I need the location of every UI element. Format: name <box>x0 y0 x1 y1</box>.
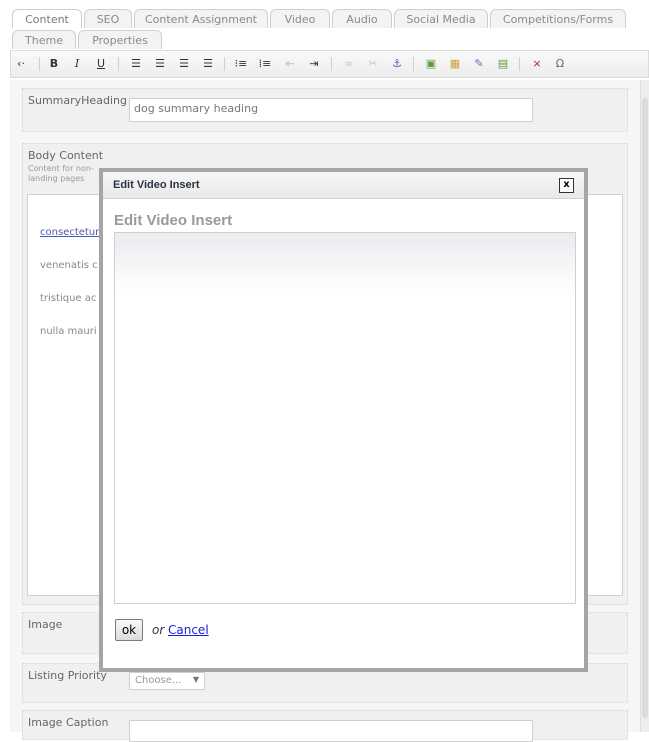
cancel-link[interactable]: Cancel <box>168 623 209 637</box>
tab-content[interactable]: Content <box>12 9 82 28</box>
tab-bar-secondary: Theme Properties <box>0 30 649 50</box>
dialog-heading: Edit Video Insert <box>114 212 233 229</box>
align-center-icon[interactable]: ☰ <box>152 56 168 72</box>
video-insert-frame[interactable] <box>114 232 576 604</box>
tab-social-media[interactable]: Social Media <box>394 9 488 28</box>
body-content-line: tristique ac <box>40 293 97 304</box>
underline-button[interactable]: U <box>93 56 109 72</box>
dialog-body: Edit Video Insert x Edit Video Insert ok… <box>103 172 584 668</box>
toolbar-separator <box>118 57 119 71</box>
image-label: Image <box>28 618 63 631</box>
summary-heading-input[interactable]: dog summary heading <box>129 98 533 122</box>
image-caption-input[interactable] <box>129 720 533 742</box>
body-content-link[interactable]: consectetur <box>40 227 99 238</box>
scrollbar-thumb[interactable] <box>642 98 648 718</box>
body-content-line: venenatis c <box>40 260 98 271</box>
close-icon[interactable]: x <box>559 178 574 193</box>
align-right-icon[interactable]: ☰ <box>176 56 192 72</box>
insert-image-icon[interactable]: ▣ <box>423 56 439 72</box>
tab-audio[interactable]: Audio <box>332 9 392 28</box>
image-caption-row: Image Caption <box>22 710 628 742</box>
body-content-text: consectetur venenatis c tristique ac nul… <box>40 205 99 359</box>
ok-button[interactable]: ok <box>115 619 143 641</box>
tab-competitions-forms[interactable]: Competitions/Forms <box>490 9 626 28</box>
summary-heading-row: SummaryHeading dog summary heading <box>22 88 628 132</box>
outdent-icon[interactable]: ⇤ <box>282 56 298 72</box>
unlink-icon[interactable]: ✂ <box>365 56 381 72</box>
toolbar-separator <box>224 57 225 71</box>
summary-heading-label: SummaryHeading <box>28 94 127 107</box>
body-content-hint: Content for non- <box>28 164 94 173</box>
listing-priority-select[interactable]: Choose... ▼ <box>129 672 205 690</box>
insert-media-icon[interactable]: ▤ <box>495 56 511 72</box>
special-char-button[interactable]: Ω <box>552 56 568 72</box>
chevron-down-icon: ▼ <box>192 675 199 684</box>
or-text: or <box>152 623 165 637</box>
dialog-title: Edit Video Insert <box>113 179 200 191</box>
listing-priority-selected: Choose... <box>135 675 182 686</box>
tab-properties[interactable]: Properties <box>78 30 162 49</box>
edit-video-dialog: Edit Video Insert x Edit Video Insert ok… <box>99 168 588 672</box>
body-content-hint: landing pages <box>28 174 85 183</box>
page-scrollbar[interactable] <box>640 80 649 732</box>
editor-toolbar: ‹· B I U ☰ ☰ ☰ ☰ ⁝≡ ⁞≡ ⇤ ⇥ ∞ ✂ ⚓ ▣ ▦ ✎ ▤… <box>10 50 649 78</box>
numbered-list-icon[interactable]: ⁞≡ <box>257 56 273 72</box>
toolbar-separator <box>519 57 520 71</box>
listing-priority-label: Listing Priority <box>28 669 107 682</box>
toolbar-separator <box>331 57 332 71</box>
bold-button[interactable]: B <box>46 56 62 72</box>
remove-format-button[interactable]: × <box>529 56 545 72</box>
body-content-label: Body Content <box>28 149 104 162</box>
image-caption-label: Image Caption <box>28 716 109 729</box>
body-content-line: nulla mauri <box>40 326 97 337</box>
align-left-icon[interactable]: ☰ <box>128 56 144 72</box>
toolbar-grip-icon[interactable]: ‹· <box>13 56 29 72</box>
link-icon[interactable]: ∞ <box>341 56 357 72</box>
tab-seo[interactable]: SEO <box>84 9 132 28</box>
edit-icon[interactable]: ✎ <box>471 56 487 72</box>
insert-table-icon[interactable]: ▦ <box>447 56 463 72</box>
italic-button[interactable]: I <box>69 56 85 72</box>
align-justify-icon[interactable]: ☰ <box>200 56 216 72</box>
tab-bar-primary: Content SEO Content Assignment Video Aud… <box>0 9 649 29</box>
tab-content-assignment[interactable]: Content Assignment <box>134 9 268 28</box>
dialog-titlebar[interactable]: Edit Video Insert x <box>103 172 584 199</box>
tab-video[interactable]: Video <box>270 9 330 28</box>
indent-icon[interactable]: ⇥ <box>306 56 322 72</box>
toolbar-separator <box>413 57 414 71</box>
bullet-list-icon[interactable]: ⁝≡ <box>233 56 249 72</box>
toolbar-separator <box>39 57 40 71</box>
tab-theme[interactable]: Theme <box>12 30 76 49</box>
anchor-icon[interactable]: ⚓ <box>389 56 405 72</box>
